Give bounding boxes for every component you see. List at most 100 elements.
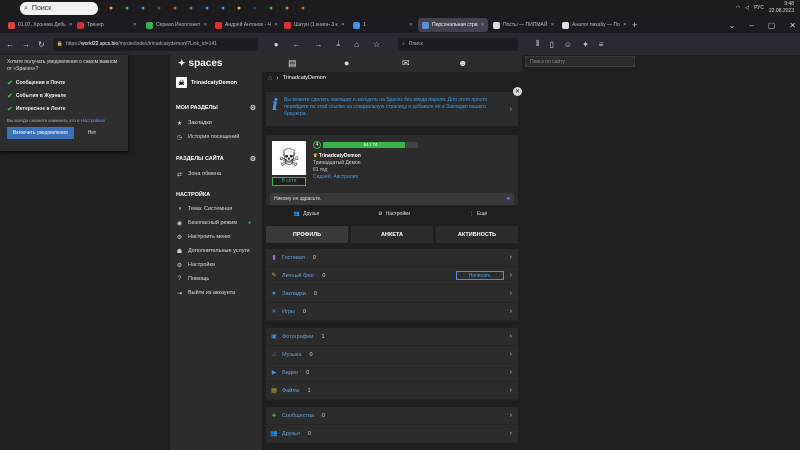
firefox-icon[interactable]: ● <box>296 2 310 16</box>
settings-link[interactable]: Настройках <box>81 118 105 123</box>
download-icon[interactable]: ⤓ <box>337 39 341 49</box>
photoshop-icon[interactable]: ● <box>248 2 262 16</box>
browser-tab[interactable]: Сериал Инопланет ✕ <box>142 18 210 32</box>
browser-tab[interactable]: Андрей Антонов - Ч ✕ <box>211 18 279 32</box>
section-row[interactable]: ✎ Личный блог 0 Написать › <box>266 267 518 285</box>
close-tab-icon[interactable]: ✕ <box>341 22 345 28</box>
reload-icon[interactable]: ↻ <box>38 40 45 49</box>
notification-option[interactable]: ✔ Интересное в Ленте <box>7 105 121 113</box>
chrome-icon[interactable]: ● <box>120 2 134 16</box>
profile-action-more[interactable]: ⋮ Ещё <box>469 211 490 217</box>
minimize-button[interactable]: – <box>749 21 753 30</box>
sidebar-item[interactable]: ⇄ Зона обмена <box>170 167 262 181</box>
close-tab-icon[interactable]: ✕ <box>623 22 626 28</box>
telegram-icon[interactable]: ● <box>136 2 150 16</box>
volume-icon[interactable]: ◁ <box>745 5 749 11</box>
section-row[interactable]: ★ Закладки 0 › <box>266 285 518 303</box>
profile-city[interactable]: Сидней, Австралия <box>313 174 361 181</box>
home-icon[interactable]: ⌂ <box>354 40 359 49</box>
chat-icon[interactable]: ● <box>344 58 349 68</box>
sidebar-user[interactable]: ☠ TrinadcatyDemon <box>170 72 262 93</box>
close-tab-icon[interactable]: ✕ <box>69 22 72 28</box>
close-tab-icon[interactable]: ✕ <box>481 22 485 28</box>
enable-notifications-button[interactable]: Включить уведомления <box>7 127 74 139</box>
back-icon[interactable]: ← <box>6 40 14 49</box>
section-row[interactable]: ♫ Музыка 0 › <box>266 346 518 364</box>
close-icon[interactable]: ✕ <box>513 87 522 96</box>
sidebar-item[interactable]: ⚙ Настройки <box>170 258 262 272</box>
taskbar-search[interactable]: ⌕ Поиск <box>20 2 98 15</box>
section-row[interactable]: 👥 Друзья 0 › <box>266 425 518 443</box>
menu-icon[interactable]: ≡ <box>599 40 604 49</box>
library-icon[interactable]: ⫴ <box>536 39 539 49</box>
app2-icon[interactable]: ● <box>184 2 198 16</box>
sidebar-icon[interactable]: ▯ <box>549 40 553 49</box>
browser-tab[interactable]: 01.07. Хроника Дебь ✕ <box>4 18 72 32</box>
sidebar-item[interactable]: ☗ Дополнительные услуги <box>170 244 262 258</box>
bookmark-star-icon[interactable]: ☆ <box>373 40 380 49</box>
nav-forward-icon[interactable]: → <box>315 40 323 49</box>
browser-tab[interactable]: Тренер ✕ <box>73 18 141 32</box>
section-row[interactable]: ♣ Сообщества 0 › <box>266 407 518 425</box>
section-row[interactable]: ▮ Гостевая 0 › <box>266 249 518 267</box>
nav-back-icon[interactable]: ← <box>293 40 301 49</box>
extensions-icon[interactable]: ✦ <box>582 40 589 49</box>
browser-tab[interactable]: Шатун (1 книга- 3 к ✕ <box>280 18 348 32</box>
sidebar-item[interactable]: ◉ Безопасный режим ● <box>170 216 262 230</box>
section-row[interactable]: ▶ Видео 0 › <box>266 364 518 382</box>
app5-icon[interactable]: ● <box>232 2 246 16</box>
wifi-icon[interactable]: ◠ <box>736 5 740 11</box>
browser-tab[interactable]: Аналог пикабу — По ✕ <box>558 18 626 32</box>
notification-option[interactable]: ✔ Сообщения в Почте <box>7 79 121 87</box>
profile-avatar[interactable]: ☠ <box>272 141 306 175</box>
profile-action-friends[interactable]: 👥 Друзья <box>294 211 322 217</box>
section-row[interactable]: ✕ Игры 0 › <box>266 303 518 321</box>
decline-button[interactable]: Нет <box>88 130 97 136</box>
app1-icon[interactable]: ● <box>168 2 182 16</box>
browser-tab[interactable]: 1 ✕ <box>349 18 417 32</box>
sidebar-item[interactable]: ◷ История посещений <box>170 130 262 144</box>
close-tab-icon[interactable]: ✕ <box>133 22 137 28</box>
list-tabs-icon[interactable]: ⌄ <box>729 21 736 30</box>
maximize-button[interactable]: ▢ <box>768 21 776 30</box>
keyboard-language[interactable]: РУС <box>754 5 764 11</box>
site-search-input[interactable]: Поиск по сайту <box>525 56 635 67</box>
close-tab-icon[interactable]: ✕ <box>274 22 278 28</box>
close-tab-icon[interactable]: ✕ <box>203 22 207 28</box>
extension-icon[interactable]: ● <box>274 40 279 49</box>
address-bar[interactable]: 🔒 https://world22.spcs.bio/mysite/index/… <box>52 37 258 51</box>
home-icon[interactable]: ⌂ <box>268 75 272 82</box>
close-window-button[interactable]: ✕ <box>789 21 796 30</box>
profile-tab[interactable]: ПРОФИЛЬ <box>266 226 348 243</box>
explorer-icon[interactable]: ● <box>104 2 118 16</box>
notification-option[interactable]: ✔ События в Журнале <box>7 92 121 100</box>
write-button[interactable]: Написать <box>455 271 504 280</box>
app3-icon[interactable]: ● <box>200 2 214 16</box>
user-avatar-icon[interactable]: ☻ <box>458 58 467 68</box>
forward-icon[interactable]: → <box>22 40 30 49</box>
bookmark-tip[interactable]: i Вы можете сделать закладку и заходить … <box>266 87 522 126</box>
browser-tab[interactable]: Посты — ПИПМАЙ ✕ <box>489 18 557 32</box>
close-tab-icon[interactable]: ✕ <box>409 22 413 28</box>
app4-icon[interactable]: ● <box>216 2 230 16</box>
sidebar-item[interactable]: ◑ Тема: Системная <box>170 202 262 216</box>
sidebar-item[interactable]: ? Помощь <box>170 272 262 286</box>
account-icon[interactable]: ☺ <box>564 40 572 49</box>
store-icon[interactable]: ● <box>152 2 166 16</box>
sidebar-item[interactable]: ⇥ Выйти из аккаунта <box>170 286 262 300</box>
app6-icon[interactable]: ● <box>264 2 278 16</box>
browser-search-input[interactable]: ⌕ Поиск <box>398 37 519 51</box>
clock[interactable]: 9:48 22.08.2023 <box>769 1 794 15</box>
section-row[interactable]: ▤ Файлы 1 › <box>266 382 518 400</box>
sidebar-item[interactable]: ⚙ Настроить меню <box>170 230 262 244</box>
notifications-icon[interactable]: ▤ <box>288 58 297 69</box>
app7-icon[interactable]: ● <box>280 2 294 16</box>
profile-action-settings[interactable]: ⚙ Настройки <box>378 211 413 217</box>
mail-icon[interactable]: ✉ <box>402 58 410 69</box>
section-row[interactable]: ▣ Фотографии 1 › <box>266 328 518 346</box>
status-message[interactable]: Никому не здрасьте. ● <box>270 193 514 205</box>
sidebar-item[interactable]: ★ Закладки <box>170 116 262 130</box>
spaces-logo[interactable]: ✦ spaces <box>178 58 222 69</box>
browser-tab[interactable]: Персональная стра ✕ <box>418 18 488 32</box>
new-tab-button[interactable]: + <box>627 20 642 30</box>
